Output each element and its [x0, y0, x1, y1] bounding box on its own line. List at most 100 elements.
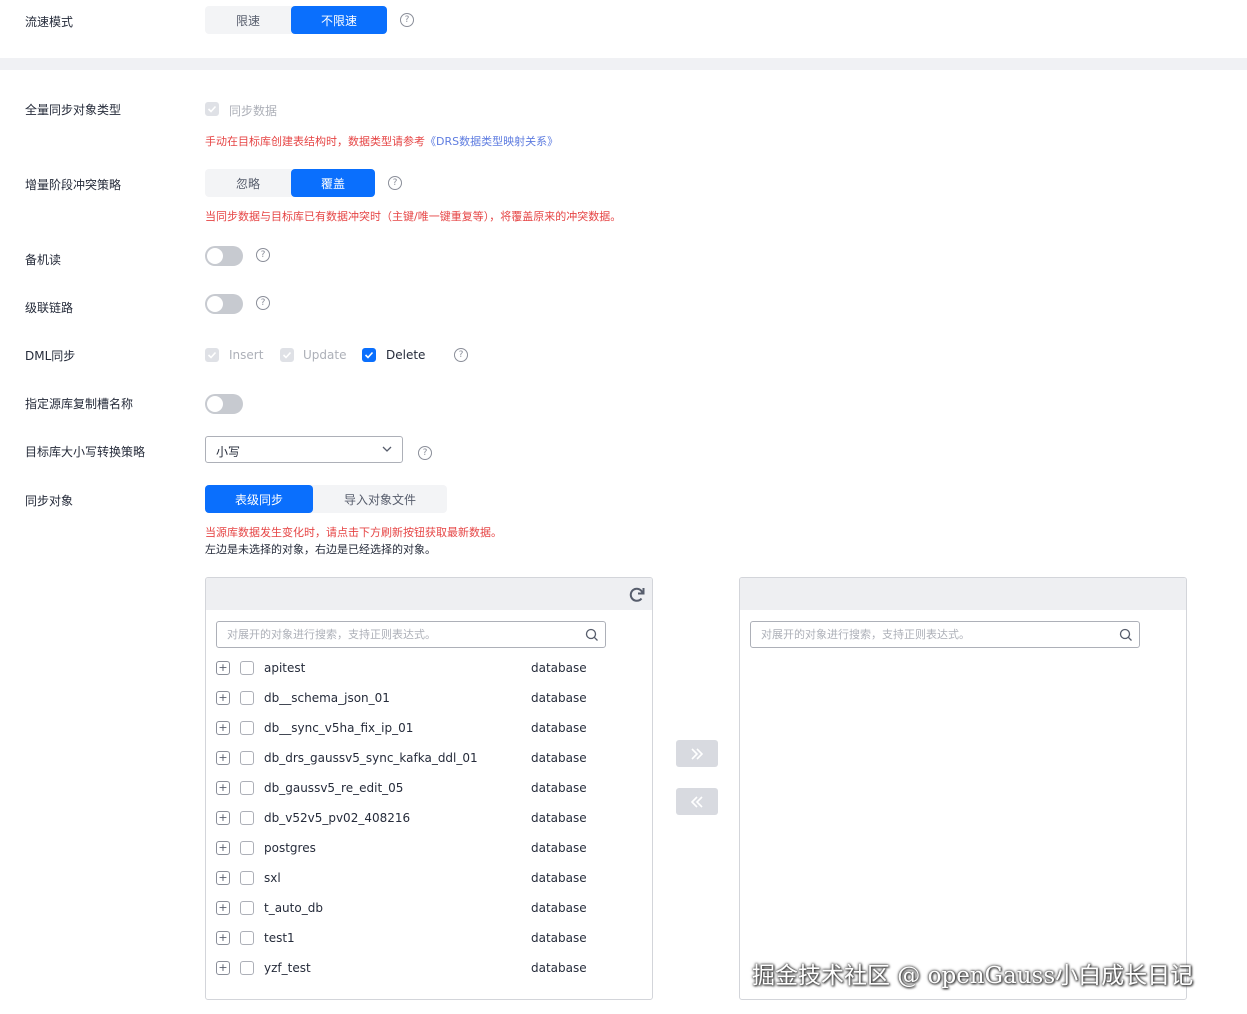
item-checkbox[interactable]	[240, 901, 254, 915]
item-name: db_drs_gaussv5_sync_kafka_ddl_01	[264, 751, 478, 765]
item-checkbox[interactable]	[240, 691, 254, 705]
expand-icon[interactable]: +	[216, 841, 230, 855]
case-policy-select[interactable]: 小写	[205, 436, 403, 463]
conflict-policy-note: 当同步数据与目标库已有数据冲突时（主键/唯一键重复等），将覆盖原来的冲突数据。	[205, 210, 622, 223]
item-checkbox[interactable]	[240, 931, 254, 945]
expand-icon[interactable]: +	[216, 961, 230, 975]
selection-note: 左边是未选择的对象，右边是已经选择的对象。	[205, 543, 436, 556]
list-item[interactable]: + yzf_test database	[216, 955, 636, 985]
list-item[interactable]: + db_v52v5_pv02_408216 database	[216, 805, 636, 835]
item-type: database	[531, 961, 587, 975]
item-name: apitest	[264, 661, 306, 675]
left-search-field[interactable]	[216, 621, 606, 648]
left-search-input[interactable]	[217, 622, 597, 647]
item-name: db_v52v5_pv02_408216	[264, 811, 411, 825]
standby-read-help-icon[interactable]: ?	[256, 248, 270, 262]
expand-icon[interactable]: +	[216, 661, 230, 675]
conflict-policy-segment: 忽略 覆盖	[205, 169, 375, 197]
item-checkbox[interactable]	[240, 661, 254, 675]
import-object-file-option[interactable]: 导入对象文件	[313, 485, 447, 513]
case-policy-value: 小写	[216, 445, 241, 459]
item-type: database	[531, 751, 587, 765]
standby-read-toggle[interactable]	[205, 246, 243, 266]
toggle-knob	[207, 296, 223, 312]
dml-sync-label: DML同步	[25, 349, 76, 363]
item-type: database	[531, 781, 587, 795]
expand-icon[interactable]: +	[216, 811, 230, 825]
update-label: Update	[303, 348, 347, 362]
flow-mode-help-icon[interactable]: ?	[400, 13, 414, 27]
expand-icon[interactable]: +	[216, 721, 230, 735]
item-name: db_gaussv5_re_edit_05	[264, 781, 404, 795]
conflict-ignore-option[interactable]: 忽略	[205, 169, 291, 197]
item-name: test1	[264, 931, 295, 945]
full-sync-note-text: 手动在目标库创建表结构时，数据类型请参考	[205, 135, 425, 148]
right-search-field[interactable]	[750, 621, 1140, 648]
item-checkbox[interactable]	[240, 781, 254, 795]
search-icon[interactable]	[585, 628, 599, 642]
item-type: database	[531, 661, 587, 675]
table-level-sync-option[interactable]: 表级同步	[205, 485, 313, 513]
conflict-policy-label: 增量阶段冲突策略	[25, 178, 122, 192]
refresh-icon[interactable]	[627, 585, 647, 605]
item-checkbox[interactable]	[240, 721, 254, 735]
list-item[interactable]: + test1 database	[216, 925, 636, 955]
delete-checkbox[interactable]	[362, 348, 376, 362]
item-name: db__schema_json_01	[264, 691, 390, 705]
expand-icon[interactable]: +	[216, 901, 230, 915]
item-checkbox[interactable]	[240, 871, 254, 885]
update-checkbox	[280, 348, 294, 362]
toggle-knob	[207, 248, 223, 264]
flow-mode-unlimited-option[interactable]: 不限速	[291, 6, 387, 34]
move-right-button[interactable]	[676, 740, 718, 767]
list-item[interactable]: + sxl database	[216, 865, 636, 895]
list-item[interactable]: + db__schema_json_01 database	[216, 685, 636, 715]
list-item[interactable]: + db_drs_gaussv5_sync_kafka_ddl_01 databas…	[216, 745, 636, 775]
expand-icon[interactable]: +	[216, 751, 230, 765]
cascade-link-help-icon[interactable]: ?	[256, 296, 270, 310]
item-type: database	[531, 721, 587, 735]
dml-sync-help-icon[interactable]: ?	[454, 348, 468, 362]
sync-objects-segment: 表级同步 导入对象文件	[205, 485, 447, 513]
item-name: db__sync_v5ha_fix_ip_01	[264, 721, 414, 735]
item-type: database	[531, 811, 587, 825]
expand-icon[interactable]: +	[216, 781, 230, 795]
expand-icon[interactable]: +	[216, 871, 230, 885]
flow-mode-limited-option[interactable]: 限速	[205, 6, 291, 34]
expand-icon[interactable]: +	[216, 691, 230, 705]
item-checkbox[interactable]	[240, 841, 254, 855]
item-type: database	[531, 901, 587, 915]
item-name: sxl	[264, 871, 281, 885]
selected-objects-panel	[739, 577, 1187, 1000]
list-item[interactable]: + postgres database	[216, 835, 636, 865]
delete-label: Delete	[386, 348, 426, 362]
panel-header	[206, 578, 652, 610]
list-item[interactable]: + apitest database	[216, 655, 636, 685]
list-item[interactable]: + db_gaussv5_re_edit_05 database	[216, 775, 636, 805]
item-type: database	[531, 841, 587, 855]
insert-label: Insert	[229, 348, 264, 362]
item-checkbox[interactable]	[240, 961, 254, 975]
move-left-button[interactable]	[676, 788, 718, 815]
item-name: t_auto_db	[264, 901, 323, 915]
section-divider	[0, 58, 1247, 70]
expand-icon[interactable]: +	[216, 931, 230, 945]
cascade-link-toggle[interactable]	[205, 294, 243, 314]
conflict-policy-help-icon[interactable]: ?	[388, 176, 402, 190]
standby-read-label: 备机读	[25, 253, 62, 267]
case-policy-label: 目标库大小写转换策略	[25, 445, 146, 459]
item-type: database	[531, 691, 587, 705]
chevron-down-icon	[382, 446, 392, 452]
case-policy-help-icon[interactable]: ?	[418, 446, 432, 460]
item-checkbox[interactable]	[240, 811, 254, 825]
double-chevron-left-icon	[690, 795, 703, 808]
replication-slot-toggle[interactable]	[205, 394, 243, 414]
item-checkbox[interactable]	[240, 751, 254, 765]
conflict-overwrite-option[interactable]: 覆盖	[291, 169, 375, 197]
item-name: postgres	[264, 841, 316, 855]
list-item[interactable]: + db__sync_v5ha_fix_ip_01 database	[216, 715, 636, 745]
drs-type-mapping-link[interactable]: 《DRS数据类型映射关系》	[425, 135, 558, 148]
right-search-input[interactable]	[751, 622, 1131, 647]
search-icon[interactable]	[1119, 628, 1133, 642]
list-item[interactable]: + t_auto_db database	[216, 895, 636, 925]
